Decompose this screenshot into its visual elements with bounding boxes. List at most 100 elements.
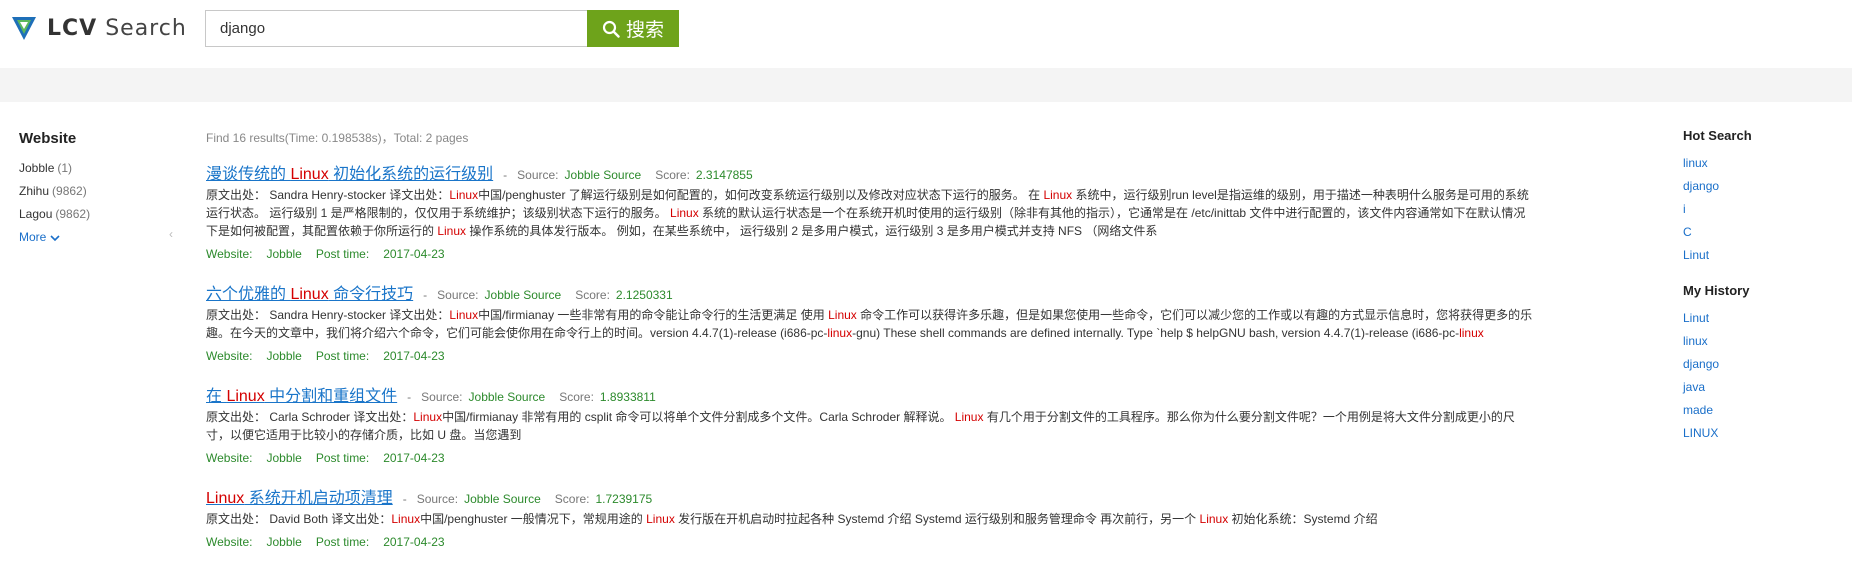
website-filter-item-jobble[interactable]: Jobble (1) xyxy=(19,157,159,180)
history-link[interactable]: LINUX xyxy=(1683,422,1843,445)
result-snippet-text: -gnu) These shell commands are defined i… xyxy=(852,326,1460,340)
result-footer: Website: Jobble Post time: 2017-04-23 xyxy=(206,246,1536,262)
result-title-highlight: Linux xyxy=(206,490,245,507)
result-score-value: 2.3147855 xyxy=(695,168,753,182)
result-title-text: 漫谈传统的 xyxy=(206,166,291,183)
result-website-label: Website: xyxy=(206,535,253,549)
hot-search-link[interactable]: django xyxy=(1683,175,1843,198)
result-title-link[interactable]: 在 Linux 中分割和重组文件 xyxy=(206,382,397,406)
hot-search-title: Hot Search xyxy=(1683,128,1752,143)
result-snippet-text: 操作系统的具体发行版本。 例如，在某些系统中， 运行级别 2 是多用户模式，运行… xyxy=(466,224,1158,238)
result-title-highlight: Linux xyxy=(226,388,265,405)
website-filter-item-label: Zhihu xyxy=(19,184,50,198)
website-filter-item-lagou[interactable]: Lagou (9862) xyxy=(19,203,159,226)
history-link[interactable]: made xyxy=(1683,399,1843,422)
result-snippet-highlight: Linux xyxy=(954,410,984,424)
result-snippet-highlight: Linux xyxy=(1199,512,1229,526)
my-history-title: My History xyxy=(1683,283,1750,298)
result-score-label: Score: xyxy=(554,492,590,506)
result-score-label: Score: xyxy=(559,390,594,404)
result-snippet: 原文出处： Carla Schroder 译文出处：Linux中国/firmia… xyxy=(206,408,1536,444)
results-list: Find 16 results(Time: 0.198538s)，Total: … xyxy=(206,128,1536,550)
result-post-time-label: Post time: xyxy=(315,247,370,261)
result-snippet-highlight: Linux xyxy=(413,410,443,424)
website-filter-item-label: Lagou xyxy=(19,207,53,221)
result-title-highlight: Linux xyxy=(290,286,329,303)
result-score-value: 1.8933811 xyxy=(599,390,656,404)
result-snippet: 原文出处： Sandra Henry-stocker 译文出处：Linux中国/… xyxy=(206,186,1536,240)
result-title-link[interactable]: 漫谈传统的 Linux 初始化系统的运行级别 xyxy=(206,160,493,184)
result-snippet-highlight: Linux xyxy=(391,512,421,526)
history-link[interactable]: Linut xyxy=(1683,307,1843,330)
result-website-label: Website: xyxy=(206,247,253,261)
result-meta-separator: - xyxy=(423,288,428,302)
result-item: Linux 系统开机启动项清理 - Source: Jobble Source Scor… xyxy=(206,484,1536,550)
result-snippet-text: 中国/firmianay 非常有用的 csplit 命令可以将单个文件分割成多个… xyxy=(442,410,955,424)
result-title-line: 在 Linux 中分割和重组文件 - Source: Jobble Source Sco… xyxy=(206,382,1536,406)
history-link[interactable]: java xyxy=(1683,376,1843,399)
result-source-label: Source: xyxy=(437,288,479,302)
result-source-value: Jobble Source xyxy=(484,288,562,302)
result-source-label: Source: xyxy=(416,492,459,506)
search-query-text: django xyxy=(220,20,266,37)
result-title-text: 在 xyxy=(206,388,227,405)
header: LCV Search django 搜索 xyxy=(0,0,1852,68)
result-snippet-text: 中国/firmianay 一些非常有用的命令能让命令行的生活更满足 使用 xyxy=(478,308,829,322)
result-snippet: 原文出处： Sandra Henry-stocker 译文出处：Linux中国/… xyxy=(206,306,1536,342)
result-title-link[interactable]: 六个优雅的 Linux 命令行技巧 xyxy=(206,280,413,304)
search-icon xyxy=(602,20,620,38)
collapse-sidebar-icon[interactable]: ‹ xyxy=(165,226,177,242)
result-footer: Website: Jobble Post time: 2017-04-23 xyxy=(206,534,1536,550)
history-link[interactable]: django xyxy=(1683,353,1843,376)
search-input[interactable]: django xyxy=(205,10,587,47)
result-score-label: Score: xyxy=(655,168,690,182)
result-snippet-highlight: Linux xyxy=(437,224,467,238)
logo[interactable]: LCV Search xyxy=(9,12,187,44)
more-button[interactable]: More xyxy=(19,226,61,249)
search-button[interactable]: 搜索 xyxy=(587,10,679,47)
result-post-time-label: Post time: xyxy=(315,451,370,465)
right-sidebar: Hot Search linux django i C Linut My History… xyxy=(1683,128,1843,445)
result-title-text: 命令行技巧 xyxy=(328,286,414,303)
result-source-label: Source: xyxy=(517,168,559,182)
result-meta: - Source: Jobble Source Score: 1.7239175 xyxy=(403,492,667,506)
result-snippet-highlight: Linux xyxy=(670,206,699,220)
my-history: My History Linut linux django java made LINUX xyxy=(1683,283,1843,445)
hot-search-link[interactable]: Linut xyxy=(1683,244,1843,267)
result-title-line: Linux 系统开机启动项清理 - Source: Jobble Source Scor… xyxy=(206,484,1536,508)
result-footer: Website: Jobble Post time: 2017-04-23 xyxy=(206,348,1536,364)
result-title-line: 漫谈传统的 Linux 初始化系统的运行级别 - Source: Jobble Sou… xyxy=(206,160,1536,184)
result-snippet-highlight: Linux xyxy=(1043,188,1073,202)
result-meta: - Source: Jobble Source Score: 2.1250331 xyxy=(423,288,687,302)
website-filter-item-zhihu[interactable]: Zhihu (9862) xyxy=(19,180,159,203)
result-snippet-text: 初始化系统：Systemd 介绍 xyxy=(1228,512,1378,526)
search-button-label: 搜索 xyxy=(625,20,664,41)
result-source-value: Jobble Source xyxy=(464,492,541,506)
result-snippet-text: 原文出处： Sandra Henry-stocker 译文出处： xyxy=(206,308,450,322)
hot-search-link[interactable]: C xyxy=(1683,221,1843,244)
result-title-text: 系统开机启动项清理 xyxy=(244,490,393,507)
result-meta-separator: - xyxy=(503,168,508,182)
result-title-link[interactable]: Linux 系统开机启动项清理 xyxy=(206,484,393,508)
result-item: 漫谈传统的 Linux 初始化系统的运行级别 - Source: Jobble Sou… xyxy=(206,160,1536,262)
result-meta-separator: - xyxy=(407,390,412,404)
result-snippet-highlight: Linux xyxy=(449,308,479,322)
website-filter: Website Jobble (1) Zhihu (9862) Lagou (9862… xyxy=(19,130,159,249)
result-snippet-text: 发行版在开机启动时拉起各种 Systemd 介绍 Systemd 运行级别和服务… xyxy=(674,512,1200,526)
result-website-value: Jobble xyxy=(266,247,302,261)
result-item: 在 Linux 中分割和重组文件 - Source: Jobble Source Sco… xyxy=(206,382,1536,466)
hot-search-link[interactable]: i xyxy=(1683,198,1843,221)
result-snippet-text: 中国/penghuster 了解运行级别是如何配置的，如何改变系统运行级别以及修… xyxy=(478,188,1044,202)
result-score-label: Score: xyxy=(575,288,610,302)
history-link[interactable]: linux xyxy=(1683,330,1843,353)
result-title-text: 初始化系统的运行级别 xyxy=(328,166,494,183)
result-post-time-value: 2017-04-23 xyxy=(383,451,445,465)
result-meta: - Source: Jobble Source Score: 2.3147855 xyxy=(503,168,767,182)
result-meta-separator: - xyxy=(402,492,407,506)
website-filter-title: Website xyxy=(19,130,77,147)
results-summary: Find 16 results(Time: 0.198538s)，Total: … xyxy=(206,131,469,145)
result-snippet: 原文出处： David Both 译文出处：Linux中国/penghuster… xyxy=(206,510,1536,528)
result-snippet-text: 原文出处： David Both 译文出处： xyxy=(206,512,392,526)
hot-search-link[interactable]: linux xyxy=(1683,152,1843,175)
result-post-time-label: Post time: xyxy=(315,349,370,363)
